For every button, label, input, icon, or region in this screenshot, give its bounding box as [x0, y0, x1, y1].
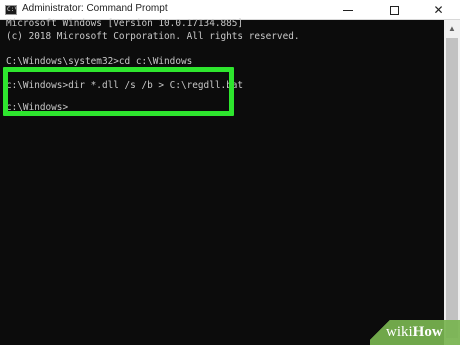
scrollbar-thumb[interactable]: [446, 38, 458, 338]
window-title: Administrator: Command Prompt: [22, 3, 168, 14]
close-icon: ✕: [433, 3, 444, 17]
console-line-copyright: (c) 2018 Microsoft Corporation. All righ…: [6, 31, 300, 42]
maximize-button[interactable]: [371, 0, 417, 20]
command-prompt-window: C:\ Administrator: Command Prompt ✕ Micr…: [0, 0, 460, 345]
watermark-prefix: wiki: [386, 324, 413, 340]
command-highlight-box: [3, 67, 234, 116]
minimize-button[interactable]: [325, 0, 371, 20]
scroll-up-arrow-icon[interactable]: ▲: [444, 20, 460, 36]
wikihow-watermark: wikiHow: [370, 320, 460, 345]
maximize-icon: [389, 5, 399, 15]
watermark-suffix: How: [412, 324, 443, 340]
console-line-version: Microsoft Windows [Version 10.0.17134.88…: [6, 18, 244, 29]
command-prompt-icon: C:\: [5, 5, 17, 15]
vertical-scrollbar[interactable]: ▲: [444, 20, 460, 345]
close-button[interactable]: ✕: [417, 0, 460, 20]
minimize-icon: [343, 9, 353, 11]
